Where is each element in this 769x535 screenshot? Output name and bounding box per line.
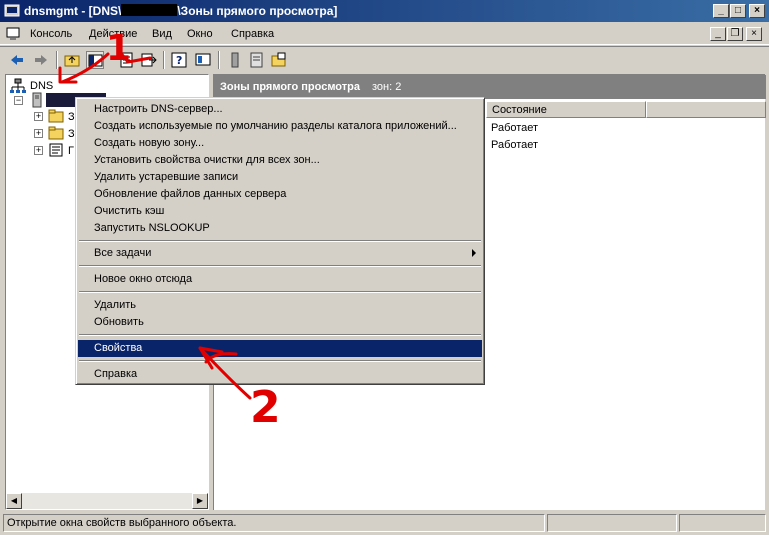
context-menu: Настроить DNS-сервер... Создать использу…: [75, 97, 485, 385]
menu-item-refresh[interactable]: Обновить: [78, 314, 482, 331]
menu-item-properties[interactable]: Свойства: [78, 340, 482, 357]
menu-console[interactable]: Консоль: [30, 28, 72, 40]
zone-count: зон: 2: [372, 81, 402, 93]
menu-separator: [79, 360, 481, 362]
scroll-right-icon[interactable]: ▶: [192, 493, 208, 509]
forward-icon[interactable]: [32, 51, 50, 69]
mdi-restore-icon[interactable]: ❐: [727, 27, 743, 41]
menu-item-label: Запустить NSLOOKUP: [94, 222, 210, 234]
dns-network-icon: [10, 78, 26, 93]
menu-item-launch-nslookup[interactable]: Запустить NSLOOKUP: [78, 220, 482, 237]
status-panel: [547, 514, 677, 532]
menu-item-label: Установить свойства очистки для всех зон…: [94, 154, 320, 166]
zone-status-cell[interactable]: Работает: [491, 122, 538, 134]
menu-item-delete[interactable]: Удалить: [78, 297, 482, 314]
menu-item-label: Свойства: [94, 342, 143, 354]
column-header-status[interactable]: Состояние: [486, 101, 646, 118]
status-text-panel: Открытие окна свойств выбранного объекта…: [3, 514, 545, 532]
menu-item-label: Удалить устаревшие записи: [94, 171, 239, 183]
menu-item-configure-dns[interactable]: Настроить DNS-сервер...: [78, 101, 482, 118]
column-header-label: Состояние: [492, 104, 547, 116]
title-suffix: \Зоны прямого просмотра]: [177, 4, 338, 18]
column-header-empty[interactable]: [646, 101, 766, 118]
menu-item-create-app-partitions[interactable]: Создать используемые по умолчанию раздел…: [78, 118, 482, 135]
menu-item-label: Обновление файлов данных сервера: [94, 188, 287, 200]
tree-child-label[interactable]: Г: [68, 145, 74, 157]
details-header: Зоны прямого просмотра зон: 2: [214, 75, 766, 99]
menu-separator: [79, 265, 481, 267]
status-text: Открытие окна свойств выбранного объекта…: [7, 517, 237, 529]
maximize-icon[interactable]: □: [730, 4, 746, 18]
title-bar: dnsmgmt - [DNS\ \Зоны прямого просмотра] …: [0, 0, 769, 22]
menu-item-label: Создать новую зону...: [94, 137, 205, 149]
menu-item-label: Очистить кэш: [94, 205, 165, 217]
back-icon[interactable]: [8, 51, 26, 69]
server-icon[interactable]: [226, 51, 244, 69]
menu-item-label: Настроить DNS-сервер...: [94, 103, 223, 115]
minimize-icon[interactable]: _: [713, 4, 729, 18]
tree-horizontal-scrollbar[interactable]: ◀ ▶: [6, 493, 208, 509]
console-app-icon[interactable]: [6, 26, 22, 42]
collapse-icon[interactable]: −: [14, 96, 23, 105]
mdi-minimize-icon[interactable]: _: [710, 27, 726, 41]
scroll-left-icon[interactable]: ◀: [6, 493, 22, 509]
menu-window[interactable]: Окно: [187, 28, 213, 40]
menu-item-help[interactable]: Справка: [78, 366, 482, 383]
properties-icon[interactable]: [118, 51, 136, 69]
expand-icon[interactable]: +: [34, 112, 43, 121]
mdi-close-icon[interactable]: ×: [746, 27, 762, 41]
zone-status-cell[interactable]: Работает: [491, 139, 538, 151]
menu-action[interactable]: Действие: [89, 28, 137, 40]
menu-item-new-window[interactable]: Новое окно отсюда: [78, 271, 482, 288]
expand-icon[interactable]: +: [34, 146, 43, 155]
tree-child-label[interactable]: З: [68, 128, 75, 140]
submenu-arrow-icon: [472, 249, 476, 257]
zone-icon[interactable]: [248, 51, 266, 69]
help-icon[interactable]: ?: [170, 51, 188, 69]
menu-item-scavenge[interactable]: Удалить устаревшие записи: [78, 169, 482, 186]
menu-item-set-aging[interactable]: Установить свойства очистки для всех зон…: [78, 152, 482, 169]
menu-separator: [79, 240, 481, 242]
title-prefix: dnsmgmt - [DNS\: [24, 4, 122, 18]
folder-icon: [48, 109, 64, 123]
menu-item-update-data-files[interactable]: Обновление файлов данных сервера: [78, 186, 482, 203]
tree-root-label: DNS: [30, 80, 54, 92]
window-title: dnsmgmt - [DNS\ \Зоны прямого просмотра]: [24, 4, 337, 18]
status-bar: Открытие окна свойств выбранного объекта…: [0, 512, 769, 535]
toolbar-separator: [163, 51, 165, 69]
menu-item-label: Обновить: [94, 316, 144, 328]
toolbar-separator: [218, 51, 220, 69]
menu-view[interactable]: Вид: [152, 28, 172, 40]
folder-icon: [48, 126, 64, 140]
menu-item-label: Справка: [94, 368, 138, 380]
menu-item-all-tasks[interactable]: Все задачи: [78, 245, 482, 262]
menu-item-label: Удалить: [94, 299, 136, 311]
expand-icon[interactable]: +: [34, 129, 43, 138]
redacted-server-name: [121, 4, 178, 16]
menu-item-label: Создать используемые по умолчанию раздел…: [94, 120, 457, 132]
menu-bar: Консоль Действие Вид Окно Справка: [0, 23, 769, 45]
close-icon[interactable]: ×: [749, 4, 765, 18]
app-icon: [4, 4, 20, 17]
menu-item-clear-cache[interactable]: Очистить кэш: [78, 203, 482, 220]
menu-separator: [79, 291, 481, 293]
view-icon[interactable]: [194, 51, 212, 69]
up-folder-icon[interactable]: [63, 51, 81, 69]
menu-separator: [79, 334, 481, 336]
server-node-icon: [32, 92, 42, 108]
menu-item-label: Все задачи: [94, 247, 152, 259]
new-folder-icon[interactable]: [270, 51, 288, 69]
export-icon[interactable]: [140, 51, 158, 69]
menu-item-label: Новое окно отсюда: [94, 273, 193, 285]
toolbar: ?: [0, 46, 769, 72]
svg-text:?: ?: [176, 54, 182, 67]
log-icon: [49, 143, 63, 157]
menu-help[interactable]: Справка: [231, 28, 274, 40]
show-tree-icon[interactable]: [86, 51, 104, 69]
status-panel: [679, 514, 766, 532]
menu-item-new-zone[interactable]: Создать новую зону...: [78, 135, 482, 152]
details-title: Зоны прямого просмотра: [220, 81, 360, 93]
toolbar-separator: [56, 51, 58, 69]
tree-child-label[interactable]: З: [68, 111, 75, 123]
